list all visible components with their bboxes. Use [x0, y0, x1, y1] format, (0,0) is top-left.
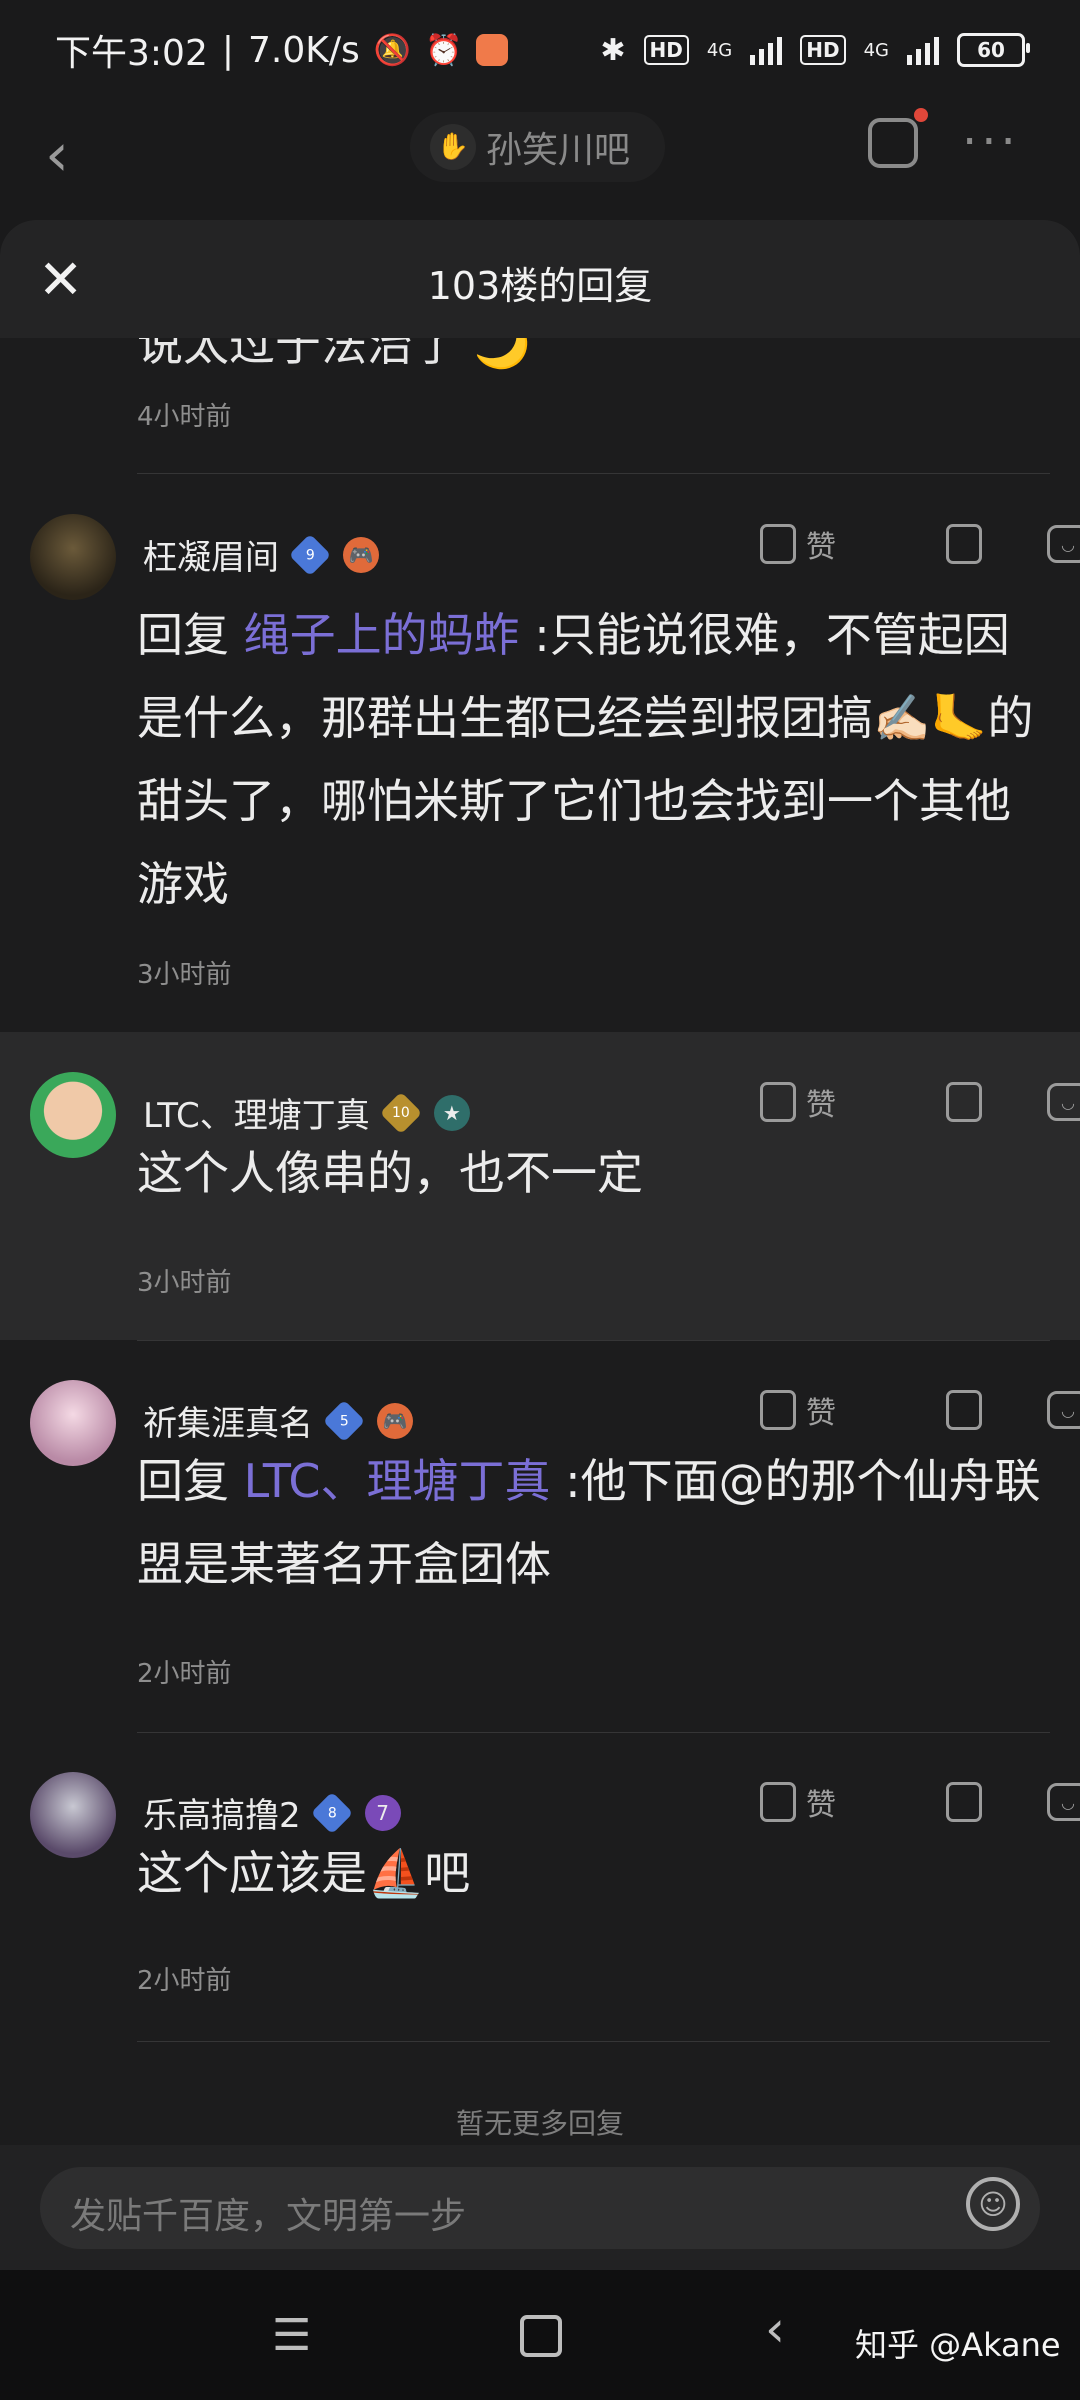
- avatar[interactable]: [30, 1072, 116, 1158]
- reply-list: 说太过于法治了 🌙 4小时前 枉凝眉间 9 🎮 赞 ◡ 回复 绳子上的蚂蚱 :只…: [0, 338, 1080, 2042]
- notification-dot: [914, 108, 928, 122]
- previous-reply-tail: 说太过于法治了 🌙 4小时前: [0, 338, 1080, 474]
- reply-item[interactable]: 祈集涯真名 5 🎮 赞 ◡ 回复 LTC、理塘丁真 :他下面@的那个仙舟联盟是某…: [0, 1340, 1080, 1732]
- level-badge: 10: [379, 1091, 422, 1134]
- reply-sheet: ✕ 103楼的回复 说太过于法治了 🌙 4小时前 枉凝眉间 9 🎮 赞 ◡ 回复…: [0, 220, 1080, 2400]
- like-button[interactable]: 赞: [760, 1080, 836, 1124]
- dislike-icon[interactable]: [946, 1082, 982, 1122]
- battery-icon: 60: [957, 33, 1030, 67]
- divider: [137, 1340, 1050, 1341]
- medal-icon: 7: [364, 1794, 401, 1831]
- status-net-speed: 7.0K/s: [247, 29, 360, 71]
- like-icon: [760, 1390, 796, 1430]
- back-icon[interactable]: ‹: [45, 120, 69, 190]
- previous-reply-time: 4小时前: [137, 402, 232, 432]
- forum-pill[interactable]: ✋ 孙笑川吧: [410, 112, 665, 182]
- like-button[interactable]: 赞: [760, 1780, 836, 1824]
- reply-text: 回复 绳子上的蚂蚱 :只能说很难，不管起因是什么，那群出生都已经尝到报团搞✍🏻🦶…: [137, 608, 1034, 911]
- comment-icon[interactable]: ◡: [1047, 1783, 1080, 1821]
- reply-time: 3小时前: [137, 960, 232, 990]
- reply-text: 这个应该是⛵吧: [137, 1846, 471, 1900]
- more-icon[interactable]: ···: [962, 114, 1020, 170]
- like-button[interactable]: 赞: [760, 522, 836, 566]
- like-icon: [760, 1082, 796, 1122]
- signal-icon: [750, 35, 783, 65]
- watermark: 知乎 @Akane: [855, 2326, 1061, 2364]
- reply-input-bar: 发贴千百度，文明第一步 ☺: [0, 2145, 1080, 2270]
- mention-link[interactable]: LTC、理塘丁真: [244, 1454, 551, 1508]
- comment-icon[interactable]: ◡: [1047, 1083, 1080, 1121]
- net-type-1: 4G: [706, 39, 733, 61]
- reply-actions: 赞 ◡: [760, 1388, 1080, 1432]
- reply-author-row: 枉凝眉间 9 🎮: [143, 530, 379, 579]
- author-name[interactable]: 枉凝眉间: [143, 530, 279, 579]
- edit-icon[interactable]: [868, 108, 928, 168]
- hd-badge: HD: [643, 35, 689, 65]
- reply-item[interactable]: LTC、理塘丁真 10 ★ 赞 ◡ 这个人像串的，也不一定 3小时前: [0, 1032, 1080, 1340]
- system-nav-bar: ☰ ‹ 知乎 @Akane: [0, 2270, 1080, 2400]
- reply-text: 回复 LTC、理塘丁真 :他下面@的那个仙舟联盟是某著名开盒团体: [137, 1454, 1041, 1591]
- previous-reply-text: 说太过于法治了 🌙: [137, 338, 531, 371]
- like-icon: [760, 524, 796, 564]
- reply-actions: 赞 ◡: [760, 1780, 1080, 1824]
- author-name[interactable]: 乐高搞撸2: [143, 1788, 301, 1837]
- battery-level: 60: [977, 38, 1005, 62]
- home-icon[interactable]: [520, 2315, 562, 2357]
- bluetooth-icon: ✱: [600, 32, 626, 68]
- no-more-replies: 暂无更多回复: [455, 2107, 624, 2140]
- emoji-icon[interactable]: ☺: [966, 2177, 1020, 2231]
- reply-text: 这个人像串的，也不一定: [137, 1146, 643, 1200]
- mention-link[interactable]: 绳子上的蚂蚱: [244, 608, 520, 662]
- level-badge: 5: [322, 1399, 366, 1442]
- reply-item[interactable]: 乐高搞撸2 8 7 赞 ◡ 这个应该是⛵吧 2小时前: [0, 1732, 1080, 2042]
- reply-actions: 赞 ◡: [760, 1080, 1080, 1124]
- like-button[interactable]: 赞: [760, 1388, 836, 1432]
- input-placeholder: 发贴千百度，文明第一步: [70, 2196, 467, 2237]
- forum-avatar: ✋: [430, 124, 476, 170]
- dislike-icon[interactable]: [946, 1782, 982, 1822]
- reply-author-row: LTC、理塘丁真 10 ★: [143, 1088, 470, 1137]
- reply-actions: 赞 ◡: [760, 522, 1080, 566]
- hd-badge-2: HD: [800, 35, 846, 65]
- sheet-header: ✕ 103楼的回复: [0, 220, 1080, 338]
- divider: [137, 2041, 1050, 2042]
- level-badge: 9: [288, 533, 332, 576]
- reply-author-row: 祈集涯真名 5 🎮: [143, 1396, 413, 1445]
- avatar[interactable]: [30, 1380, 116, 1466]
- status-left: 下午3:02 | 7.0K/s 🔕 ⏰: [55, 24, 509, 76]
- medal-icon: 🎮: [343, 536, 379, 573]
- nav-back-icon[interactable]: ‹: [765, 2300, 785, 2358]
- author-name[interactable]: LTC、理塘丁真: [143, 1088, 370, 1137]
- net-type-2: 4G: [863, 39, 889, 61]
- medal-icon: 🎮: [377, 1402, 413, 1439]
- comment-icon[interactable]: ◡: [1047, 1391, 1080, 1429]
- signal-icon-2: [907, 35, 939, 65]
- level-badge: 8: [310, 1791, 353, 1834]
- reply-time: 2小时前: [137, 1966, 232, 1996]
- author-name[interactable]: 祈集涯真名: [143, 1396, 313, 1445]
- menu-icon[interactable]: ☰: [272, 2310, 311, 2361]
- status-right: ✱ HD 4G HD 4G 60: [600, 32, 1030, 68]
- comment-icon[interactable]: ◡: [1047, 525, 1080, 563]
- forum-name: 孙笑川吧: [486, 130, 631, 171]
- medal-icon: ★: [433, 1094, 470, 1131]
- avatar[interactable]: [30, 1772, 116, 1858]
- like-icon: [760, 1782, 796, 1822]
- alarm-icon: ⏰: [425, 32, 463, 68]
- dislike-icon[interactable]: [946, 524, 982, 564]
- reply-item[interactable]: 枉凝眉间 9 🎮 赞 ◡ 回复 绳子上的蚂蚱 :只能说很难，不管起因是什么，那群…: [0, 474, 1080, 1032]
- top-nav: ‹ ✋ 孙笑川吧 ···: [0, 100, 1080, 220]
- avatar[interactable]: [30, 514, 116, 600]
- reply-author-row: 乐高搞撸2 8 7: [143, 1788, 401, 1837]
- reply-time: 3小时前: [137, 1268, 232, 1298]
- sheet-title: 103楼的回复: [427, 264, 653, 308]
- divider: [137, 1732, 1050, 1733]
- reply-time: 2小时前: [137, 1659, 232, 1689]
- mute-icon: 🔕: [373, 32, 412, 68]
- reply-input[interactable]: 发贴千百度，文明第一步 ☺: [40, 2167, 1040, 2249]
- status-bar: 下午3:02 | 7.0K/s 🔕 ⏰ ✱ HD 4G HD 4G 60: [0, 0, 1080, 100]
- app-notification-icon: [476, 34, 509, 66]
- status-time: 下午3:02: [55, 33, 208, 74]
- dislike-icon[interactable]: [946, 1390, 982, 1430]
